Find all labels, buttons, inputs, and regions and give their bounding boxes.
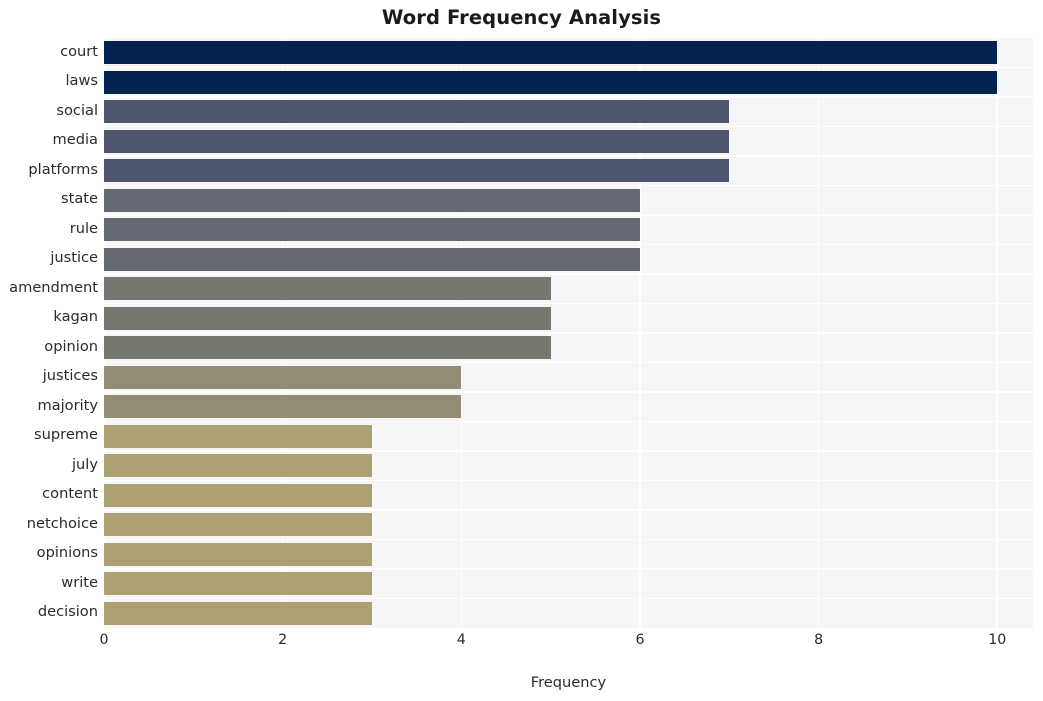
bar-supreme[interactable] [104, 424, 372, 448]
vertical-gridline [103, 38, 105, 628]
bar-state[interactable] [104, 188, 640, 212]
bar-social[interactable] [104, 100, 730, 124]
vertical-gridline [996, 38, 999, 628]
bar-media[interactable] [104, 129, 730, 153]
bar-row [104, 601, 1033, 625]
vertical-gridline [281, 38, 284, 628]
horizontal-gridline [104, 332, 1033, 334]
bar-justice[interactable] [104, 247, 640, 271]
bar-row [104, 70, 1033, 94]
chart-title: Word Frequency Analysis [381, 6, 662, 29]
y-tick-label-majority: majority [37, 396, 98, 414]
horizontal-gridline [104, 538, 1033, 541]
y-tick-label-content: content [42, 485, 98, 503]
horizontal-gridline [104, 125, 1033, 128]
bar-justices[interactable] [104, 365, 462, 389]
bar-row [104, 306, 1033, 330]
bar-netchoice[interactable] [104, 513, 372, 537]
bar-row [104, 365, 1033, 389]
bar-opinion[interactable] [104, 336, 551, 360]
horizontal-gridline [104, 184, 1033, 187]
bar-majority[interactable] [104, 395, 462, 419]
bar-row [104, 41, 1033, 65]
horizontal-gridline [104, 509, 1033, 511]
plot-area [103, 38, 1033, 628]
bar-row [104, 277, 1033, 301]
horizontal-gridline [104, 479, 1033, 482]
bar-row [104, 542, 1033, 566]
bar-row [104, 424, 1033, 448]
y-tick-label-july: july [72, 455, 98, 473]
y-tick-label-supreme: supreme [34, 426, 98, 444]
bar-row [104, 247, 1033, 271]
y-tick-label-court: court [60, 42, 98, 60]
chart-figure: Word Frequency Analysis court laws social m… [0, 0, 1043, 701]
horizontal-gridline [104, 420, 1033, 423]
x-tick-label-6: 6 [635, 632, 645, 648]
x-tick-label-2: 2 [278, 632, 288, 648]
bar-row [104, 188, 1033, 212]
x-tick-label-4: 4 [456, 632, 466, 648]
bar-court[interactable] [104, 41, 998, 65]
x-tick-label-0: 0 [99, 632, 109, 648]
y-tick-label-justice: justice [50, 249, 98, 267]
horizontal-gridline [104, 597, 1033, 600]
bar-rule[interactable] [104, 218, 640, 242]
y-tick-label-platforms: platforms [28, 160, 98, 178]
horizontal-gridline [104, 214, 1033, 216]
y-tick-label-amendment: amendment [9, 278, 98, 296]
horizontal-gridline [104, 96, 1033, 98]
bar-opinions[interactable] [104, 542, 372, 566]
y-tick-label-laws: laws [65, 72, 98, 90]
bar-write[interactable] [104, 572, 372, 596]
bar-row [104, 513, 1033, 537]
x-axis-label: Frequency [530, 674, 607, 691]
y-tick-label-rule: rule [69, 219, 98, 237]
y-tick-label-social: social [56, 101, 98, 119]
bar-platforms[interactable] [104, 159, 730, 183]
y-tick-label-state: state [61, 190, 98, 208]
y-tick-label-justices: justices [42, 367, 98, 385]
y-tick-label-write: write [61, 573, 98, 591]
x-tick-label-10: 10 [988, 632, 1007, 648]
y-tick-label-opinion: opinion [44, 337, 98, 355]
bar-row [104, 159, 1033, 183]
vertical-gridline [460, 38, 463, 628]
bar-row [104, 454, 1033, 478]
x-tick-label-8: 8 [814, 632, 824, 648]
y-tick-label-decision: decision [37, 603, 98, 621]
horizontal-gridline [104, 568, 1033, 570]
horizontal-gridline [104, 302, 1033, 305]
y-tick-label-kagan: kagan [53, 308, 98, 326]
bar-laws[interactable] [104, 70, 998, 94]
y-tick-label-media: media [52, 131, 98, 149]
bar-amendment[interactable] [104, 277, 551, 301]
bar-row [104, 395, 1033, 419]
horizontal-gridline [104, 273, 1033, 275]
horizontal-gridline [104, 391, 1033, 393]
horizontal-gridline [104, 155, 1033, 157]
x-axis: 0 2 4 6 8 10 [99, 628, 1033, 658]
bar-decision[interactable] [104, 601, 372, 625]
horizontal-gridline [104, 66, 1033, 69]
bar-row [104, 572, 1033, 596]
bar-row [104, 218, 1033, 242]
bar-row [104, 100, 1033, 124]
horizontal-gridline [104, 450, 1033, 452]
y-tick-label-opinions: opinions [36, 544, 98, 562]
bar-content[interactable] [104, 483, 372, 507]
y-tick-label-netchoice: netchoice [26, 514, 98, 532]
horizontal-gridline [104, 361, 1033, 364]
y-axis: court laws social media platforms state rule ju… [0, 38, 98, 628]
bar-row [104, 129, 1033, 153]
bar-kagan[interactable] [104, 306, 551, 330]
vertical-gridline [817, 38, 820, 628]
vertical-gridline [639, 38, 641, 628]
bar-july[interactable] [104, 454, 372, 478]
horizontal-gridline [104, 243, 1033, 246]
bar-row [104, 483, 1033, 507]
bar-row [104, 336, 1033, 360]
